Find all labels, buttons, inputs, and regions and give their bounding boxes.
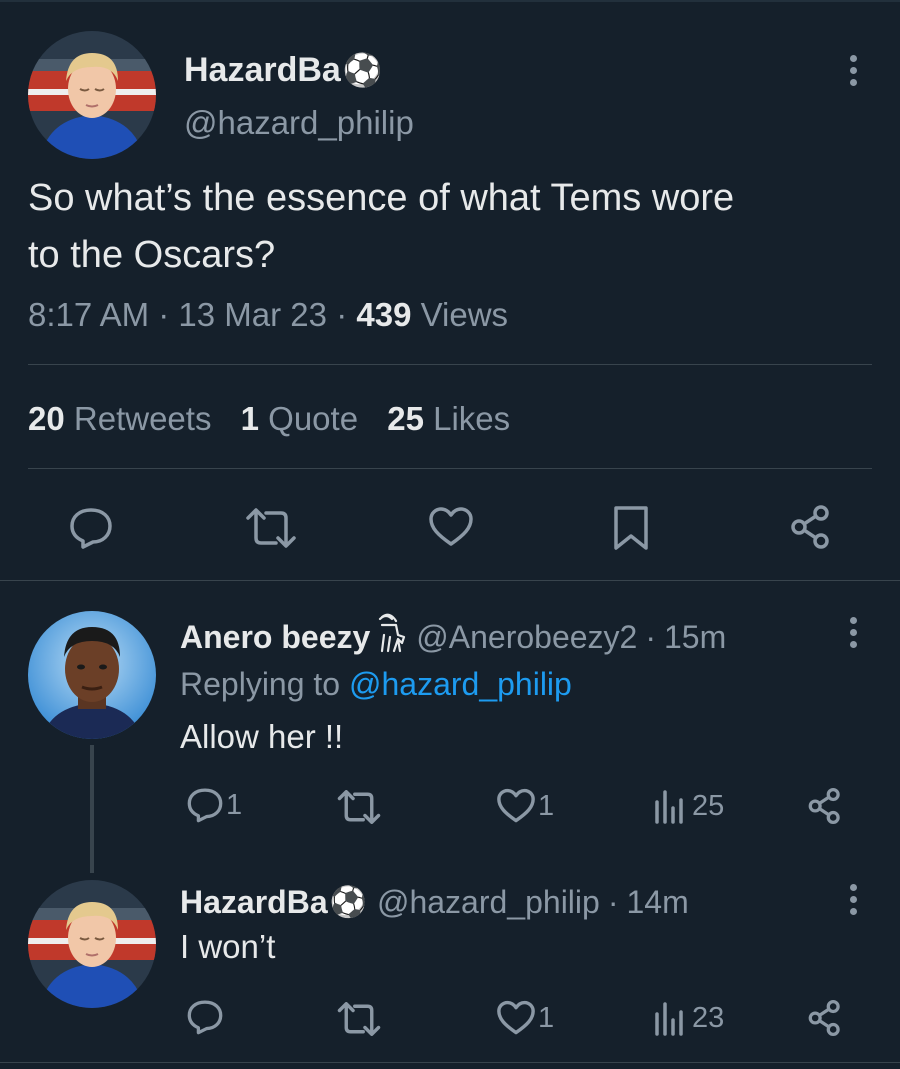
- separator-dot: ·: [336, 296, 348, 333]
- retweet-button[interactable]: [336, 790, 382, 829]
- bookmark-icon[interactable]: [612, 505, 650, 551]
- views-icon: [655, 1002, 683, 1036]
- reply-count: 1: [226, 788, 243, 821]
- share-button[interactable]: [807, 788, 843, 829]
- divider: [28, 468, 872, 469]
- thread-line: [90, 745, 94, 873]
- like-icon[interactable]: [428, 506, 474, 548]
- author-avatar[interactable]: [28, 31, 156, 159]
- tweet-text-line: to the Oscars?: [28, 234, 276, 276]
- reply-author-avatar[interactable]: [28, 880, 156, 1008]
- separator-dot: ·: [645, 618, 656, 655]
- retweets-count: 20: [28, 400, 65, 437]
- like-icon: [497, 788, 535, 823]
- goat-icon: [372, 613, 406, 661]
- quotes-stat[interactable]: 1 Quote: [241, 400, 368, 437]
- share-icon[interactable]: [789, 505, 833, 549]
- reply-button[interactable]: [186, 998, 224, 1041]
- tweet-date[interactable]: 13 Mar 23: [178, 296, 327, 333]
- replying-to: Replying to @hazard_philip: [180, 666, 572, 703]
- reply-author-name[interactable]: Anero beezy: [180, 619, 370, 656]
- tweet-time[interactable]: 8:17 AM: [28, 296, 149, 333]
- divider: [28, 364, 872, 365]
- reply-button[interactable]: 1: [186, 786, 242, 824]
- engagement-stats: 20 Retweets 1 Quote 25 Likes: [28, 400, 510, 438]
- reply-icon: [187, 1000, 223, 1035]
- likes-count: 25: [387, 400, 424, 437]
- reply-author-avatar[interactable]: [28, 611, 156, 739]
- retweet-icon[interactable]: [244, 508, 298, 548]
- view-count: 25: [692, 789, 725, 822]
- tweet-text: So what’s the essence of what Tems wore …: [28, 170, 734, 284]
- reply-text: Allow her !!: [180, 718, 344, 755]
- retweet-icon: [337, 1002, 381, 1036]
- retweet-button[interactable]: [336, 1002, 382, 1041]
- share-icon: [808, 788, 840, 824]
- retweets-label: Retweets: [73, 400, 212, 437]
- more-options-icon[interactable]: [850, 884, 858, 920]
- like-count: 1: [538, 1001, 555, 1034]
- divider: [0, 580, 900, 581]
- retweet-icon: [337, 790, 381, 824]
- divider: [0, 1062, 900, 1063]
- soccer-ball-icon: ⚽: [329, 885, 367, 919]
- views-button[interactable]: 23: [654, 1000, 724, 1036]
- reply-icon: [187, 788, 223, 823]
- reply-author-name[interactable]: HazardBa: [180, 884, 328, 921]
- more-options-icon[interactable]: [850, 55, 858, 91]
- share-button[interactable]: [807, 1000, 843, 1041]
- replying-to-handle[interactable]: @hazard_philip: [349, 666, 572, 702]
- views-label: Views: [420, 296, 509, 333]
- replying-to-label: Replying to: [180, 666, 341, 702]
- separator-dot: ·: [158, 296, 170, 333]
- retweets-stat[interactable]: 20 Retweets: [28, 400, 221, 437]
- reply-author-handle[interactable]: @Anerobeezy2: [416, 619, 637, 656]
- separator-dot: ·: [607, 883, 619, 920]
- author-handle[interactable]: @hazard_philip: [184, 104, 414, 142]
- share-icon: [808, 1000, 840, 1036]
- more-options-icon[interactable]: [850, 617, 858, 653]
- reply-author-handle[interactable]: @hazard_philip: [377, 884, 600, 921]
- like-button[interactable]: 1: [496, 1000, 554, 1036]
- like-icon: [497, 1000, 535, 1035]
- author-display-name[interactable]: HazardBa: [184, 51, 341, 90]
- likes-label: Likes: [433, 400, 511, 437]
- like-count: 1: [538, 789, 555, 822]
- reply-icon[interactable]: [68, 506, 114, 550]
- view-count: 23: [692, 1001, 725, 1034]
- reply-header: HazardBa ⚽ @hazard_philip · 14m: [180, 880, 689, 924]
- views-count: 439: [356, 296, 412, 333]
- tweet-meta: 8:17 AM · 13 Mar 23 · 439 Views: [28, 296, 508, 334]
- reply-time[interactable]: 15m: [664, 619, 726, 656]
- reply-text: I won’t: [180, 928, 276, 965]
- author-name-row[interactable]: HazardBa ⚽: [184, 48, 383, 92]
- reply-time[interactable]: 14m: [626, 884, 688, 921]
- soccer-ball-icon: ⚽: [342, 52, 383, 88]
- like-button[interactable]: 1: [496, 788, 554, 824]
- reply-header: Anero beezy @Anerobeezy2 · 15m: [180, 613, 726, 661]
- likes-stat[interactable]: 25 Likes: [387, 400, 510, 437]
- views-button[interactable]: 25: [654, 788, 724, 824]
- top-divider: [0, 0, 900, 2]
- tweet-text-line: So what’s the essence of what Tems wore: [28, 177, 735, 219]
- quotes-label: Quote: [268, 400, 359, 437]
- views-icon: [655, 790, 683, 824]
- quotes-count: 1: [240, 400, 259, 437]
